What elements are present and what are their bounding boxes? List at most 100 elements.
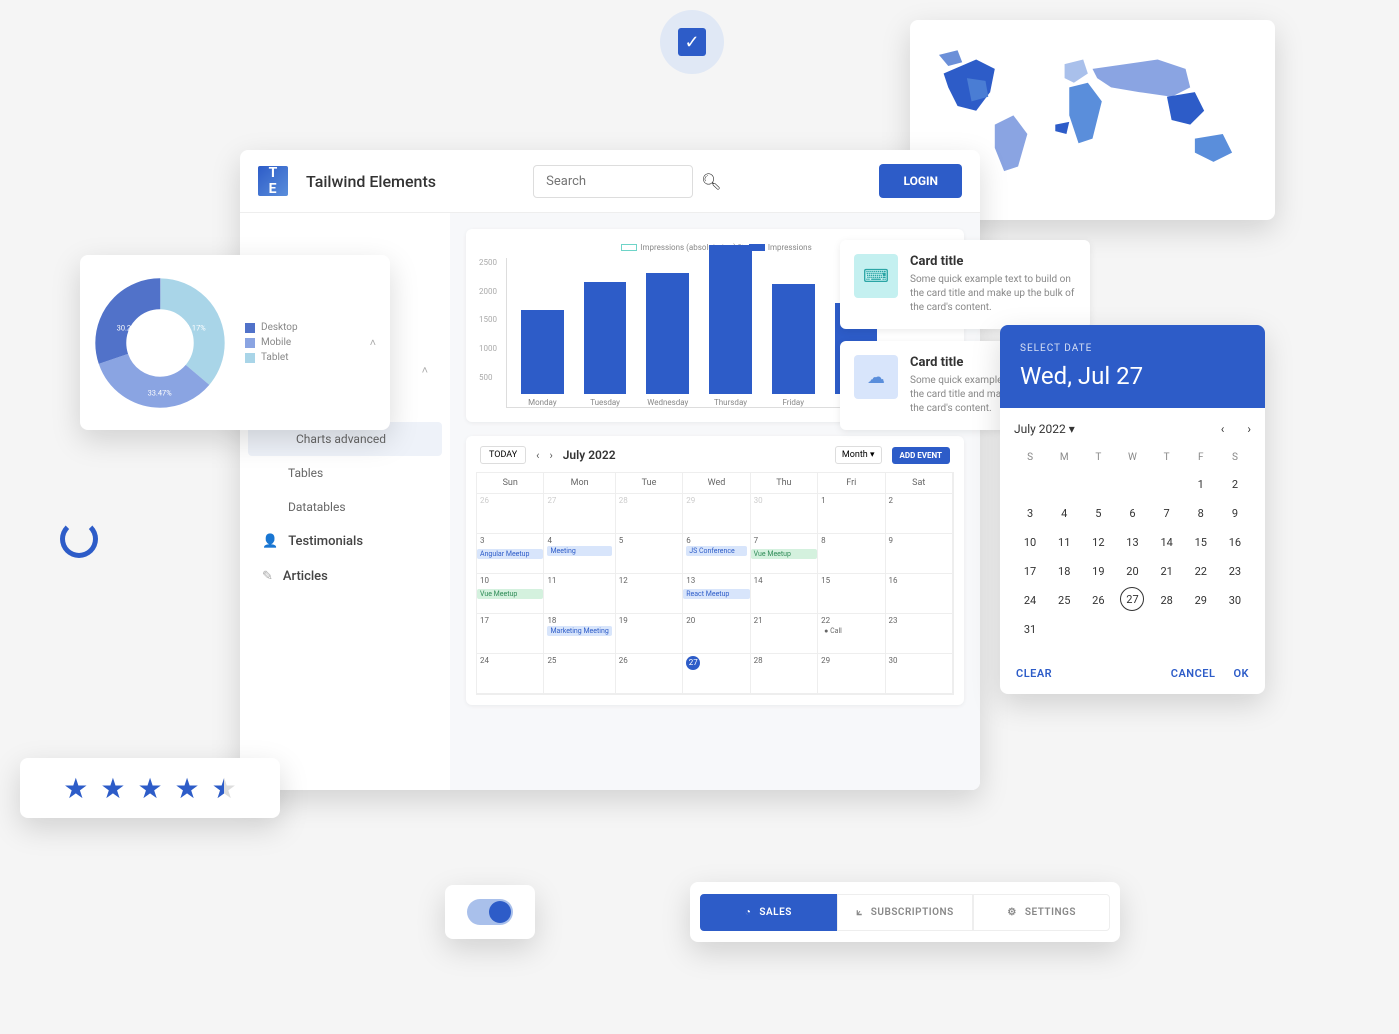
calendar-cell[interactable]: 15 <box>818 574 885 614</box>
datepicker-day[interactable]: 4 <box>1048 500 1080 527</box>
datepicker-day[interactable]: 10 <box>1014 529 1046 556</box>
datepicker-day[interactable]: 12 <box>1082 529 1114 556</box>
pie-icon: ◔ <box>745 907 752 918</box>
calendar-cell[interactable]: 5 <box>616 534 683 574</box>
star-icon: ★ <box>137 772 162 805</box>
ok-button[interactable]: OK <box>1233 667 1249 680</box>
tab-settings[interactable]: ⚙SETTINGS <box>973 894 1110 931</box>
calendar-cell[interactable]: 6JS Conference <box>683 534 750 574</box>
calendar-grid[interactable]: SunMonTueWedThuFriSat2627282930123Angula… <box>476 472 954 695</box>
calendar-cell[interactable]: 24 <box>477 654 544 694</box>
chart-bar <box>584 282 627 395</box>
today-button[interactable]: TODAY <box>480 446 526 464</box>
search-input[interactable] <box>533 165 693 198</box>
datepicker-day[interactable]: 13 <box>1116 529 1148 556</box>
tab-sales[interactable]: ◔SALES <box>700 894 837 931</box>
calendar-cell[interactable]: 19 <box>616 614 683 654</box>
calendar-cell[interactable]: 26 <box>477 494 544 534</box>
calendar-cell[interactable]: 12 <box>616 574 683 614</box>
calendar-cell[interactable]: 10Vue Meetup <box>477 574 544 614</box>
datepicker-day[interactable]: 26 <box>1082 587 1114 614</box>
calendar-cell[interactable]: 3Angular Meetup <box>477 534 544 574</box>
rating-card[interactable]: ★ ★ ★ ★ ★ ★ <box>20 758 280 818</box>
calendar-cell[interactable]: 21 <box>751 614 818 654</box>
datepicker-day[interactable]: 14 <box>1151 529 1183 556</box>
calendar-cell[interactable]: 28 <box>616 494 683 534</box>
datepicker-day[interactable]: 2 <box>1219 471 1251 498</box>
calendar-cell[interactable]: 28 <box>751 654 818 694</box>
datepicker-label: SELECT DATE <box>1020 343 1245 354</box>
datepicker-day[interactable]: 20 <box>1116 558 1148 585</box>
datepicker-grid[interactable]: SMTWTFS123456789101112131415161718192021… <box>1014 446 1251 643</box>
info-card-1[interactable]: ⌨ Card title Some quick example text to … <box>840 240 1090 329</box>
sidebar-item-tables[interactable]: Tables <box>240 456 450 490</box>
calendar-cell[interactable]: 29 <box>818 654 885 694</box>
datepicker-day[interactable]: 24 <box>1014 587 1046 614</box>
datepicker-day[interactable]: 25 <box>1048 587 1080 614</box>
sidebar-item-datatables[interactable]: Datatables <box>240 490 450 524</box>
calendar-cell[interactable]: 13React Meetup <box>683 574 750 614</box>
calendar-cell[interactable]: 27 <box>544 494 615 534</box>
datepicker-day[interactable]: 30 <box>1219 587 1251 614</box>
datepicker-day[interactable]: 31 <box>1014 616 1046 643</box>
datepicker-day[interactable]: 18 <box>1048 558 1080 585</box>
calendar-cell[interactable]: 25 <box>544 654 615 694</box>
calendar-cell[interactable]: 26 <box>616 654 683 694</box>
calendar-cell[interactable]: 17 <box>477 614 544 654</box>
datepicker-day[interactable]: 19 <box>1082 558 1114 585</box>
calendar-cell[interactable]: 7Vue Meetup <box>751 534 818 574</box>
calendar-cell[interactable]: 29 <box>683 494 750 534</box>
sidebar-item-testimonials[interactable]: 👤Testimonials <box>240 524 450 559</box>
sidebar-item-articles[interactable]: ✎Articles <box>240 559 450 594</box>
calendar-cell[interactable]: 11 <box>544 574 615 614</box>
cancel-button[interactable]: CANCEL <box>1171 667 1216 680</box>
datepicker-day[interactable]: 27 <box>1120 587 1144 611</box>
datepicker-day[interactable]: 5 <box>1082 500 1114 527</box>
datepicker-day[interactable]: 23 <box>1219 558 1251 585</box>
chart-bar <box>709 245 752 394</box>
calendar-cell[interactable]: 22● Call <box>818 614 885 654</box>
calendar-cell[interactable]: 16 <box>886 574 953 614</box>
datepicker-day[interactable]: 7 <box>1151 500 1183 527</box>
calendar-cell[interactable]: 18Marketing Meeting <box>544 614 615 654</box>
datepicker-day[interactable]: 8 <box>1185 500 1217 527</box>
chevron-up-icon: ˄ <box>422 364 428 377</box>
dp-next-icon[interactable]: › <box>1247 422 1251 436</box>
calendar-cell[interactable]: 9 <box>886 534 953 574</box>
datepicker-day[interactable]: 1 <box>1185 471 1217 498</box>
datepicker-day[interactable]: 15 <box>1185 529 1217 556</box>
tab-subscriptions[interactable]: ⟀SUBSCRIPTIONS <box>837 894 974 931</box>
datepicker-day[interactable]: 11 <box>1048 529 1080 556</box>
datepicker-day[interactable]: 6 <box>1116 500 1148 527</box>
checkbox-icon[interactable]: ✓ <box>678 28 706 56</box>
calendar-cell[interactable]: 23 <box>886 614 953 654</box>
calendar-cell[interactable]: 8 <box>818 534 885 574</box>
login-button[interactable]: LOGIN <box>879 164 962 198</box>
clear-button[interactable]: CLEAR <box>1016 667 1052 680</box>
datepicker-month[interactable]: July 2022 ▾ <box>1014 422 1075 436</box>
datepicker-day[interactable]: 21 <box>1151 558 1183 585</box>
add-event-button[interactable]: ADD EVENT <box>892 447 950 464</box>
calendar-cell[interactable]: 4Meeting <box>544 534 615 574</box>
chevron-up-icon[interactable]: ˄ <box>370 336 376 349</box>
view-select[interactable]: Month ▾ <box>835 446 882 464</box>
calendar-cell[interactable]: 14 <box>751 574 818 614</box>
calendar-cell[interactable]: 30 <box>751 494 818 534</box>
datepicker-day[interactable]: 29 <box>1185 587 1217 614</box>
calendar-cell[interactable]: 1 <box>818 494 885 534</box>
datepicker-day[interactable]: 16 <box>1219 529 1251 556</box>
cal-next-icon[interactable]: › <box>549 449 552 462</box>
search-icon[interactable]: 🔍︎ <box>701 172 721 191</box>
datepicker-day[interactable]: 28 <box>1151 587 1183 614</box>
datepicker-day[interactable]: 9 <box>1219 500 1251 527</box>
datepicker-day[interactable]: 3 <box>1014 500 1046 527</box>
dp-prev-icon[interactable]: ‹ <box>1221 422 1225 436</box>
calendar-cell[interactable]: 20 <box>683 614 750 654</box>
calendar-cell[interactable]: 27 <box>683 654 750 694</box>
datepicker-day[interactable]: 17 <box>1014 558 1046 585</box>
datepicker-day[interactable]: 22 <box>1185 558 1217 585</box>
cal-prev-icon[interactable]: ‹ <box>536 449 539 462</box>
calendar-cell[interactable]: 2 <box>886 494 953 534</box>
calendar-cell[interactable]: 30 <box>886 654 953 694</box>
toggle-switch[interactable] <box>467 899 513 925</box>
